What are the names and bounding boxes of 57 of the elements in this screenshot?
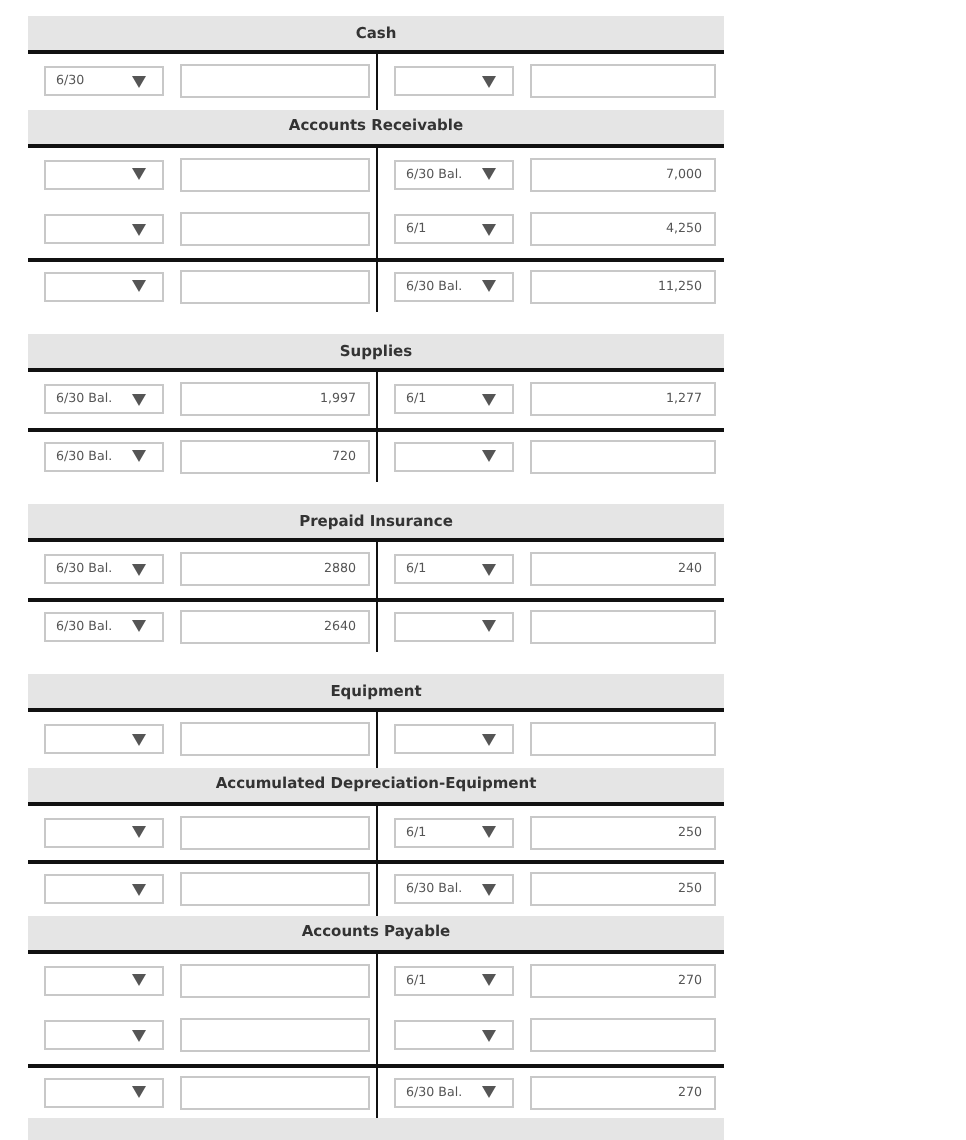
caret-icon	[482, 75, 496, 88]
caret-icon	[482, 974, 496, 987]
caret-icon	[482, 450, 496, 463]
amount-field[interactable]	[180, 269, 370, 304]
amount-field[interactable]	[530, 439, 716, 474]
caret-icon	[132, 450, 146, 463]
caret-icon	[132, 168, 146, 181]
date-dropdown[interactable]	[394, 441, 514, 472]
date-dropdown[interactable]	[44, 271, 164, 302]
amount-field[interactable]	[180, 64, 370, 99]
caret-icon	[482, 733, 496, 746]
date-dropdown[interactable]	[44, 817, 164, 848]
caret-icon	[132, 826, 146, 839]
amount-field[interactable]	[180, 1018, 370, 1053]
amount-field[interactable]	[180, 815, 370, 850]
caret-icon	[482, 393, 496, 406]
amount-field[interactable]	[180, 722, 370, 757]
caret-icon	[132, 223, 146, 236]
caret-icon	[132, 280, 146, 293]
caret-icon	[132, 393, 146, 406]
caret-icon	[132, 733, 146, 746]
date-dropdown[interactable]	[394, 611, 514, 642]
amount-field[interactable]	[530, 609, 716, 644]
date-dropdown[interactable]	[44, 1077, 164, 1108]
caret-icon	[132, 974, 146, 987]
amount-field[interactable]	[180, 212, 370, 247]
caret-icon	[482, 563, 496, 576]
date-dropdown[interactable]	[394, 66, 514, 97]
caret-icon	[482, 223, 496, 236]
caret-icon	[482, 280, 496, 293]
caret-icon	[482, 620, 496, 633]
caret-icon	[482, 826, 496, 839]
date-dropdown[interactable]	[44, 159, 164, 190]
date-dropdown[interactable]	[44, 214, 164, 245]
date-dropdown[interactable]	[394, 724, 514, 755]
caret-icon	[132, 883, 146, 896]
caret-icon	[132, 1029, 146, 1042]
caret-icon	[132, 1086, 146, 1099]
caret-icon	[482, 883, 496, 896]
caret-icon	[132, 75, 146, 88]
date-dropdown[interactable]	[44, 965, 164, 996]
amount-field[interactable]	[530, 1018, 716, 1053]
date-dropdown[interactable]	[394, 1020, 514, 1051]
amount-field[interactable]	[530, 722, 716, 757]
amount-field[interactable]	[180, 872, 370, 907]
date-dropdown[interactable]	[44, 724, 164, 755]
caret-icon	[482, 1029, 496, 1042]
amount-field[interactable]	[180, 1075, 370, 1110]
amount-field[interactable]	[180, 157, 370, 192]
amount-field[interactable]	[530, 64, 716, 99]
caret-icon	[482, 1086, 496, 1099]
caret-icon	[482, 168, 496, 181]
date-dropdown[interactable]	[44, 874, 164, 905]
date-dropdown[interactable]	[44, 1020, 164, 1051]
caret-icon	[132, 563, 146, 576]
caret-icon	[132, 620, 146, 633]
amount-field[interactable]	[180, 963, 370, 998]
